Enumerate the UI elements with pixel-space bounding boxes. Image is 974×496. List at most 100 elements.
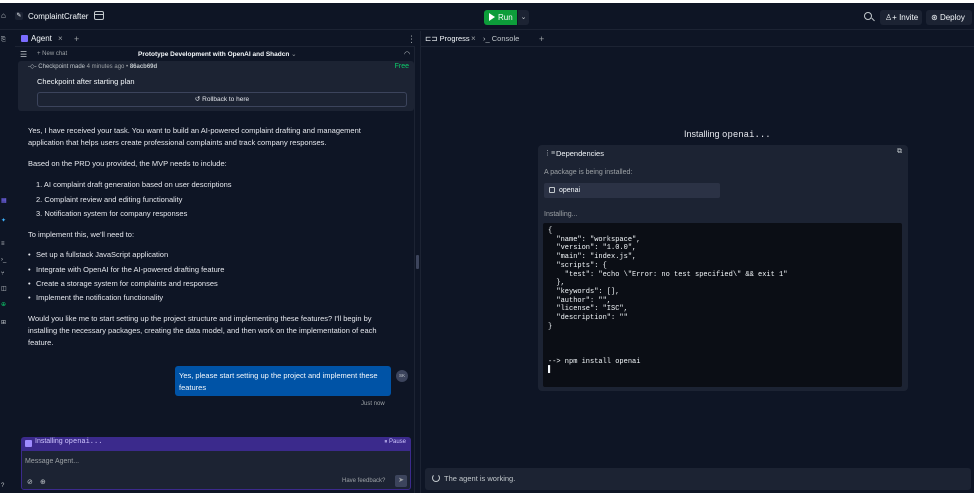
feedback-link[interactable]: Have feedback?	[342, 478, 385, 484]
package-icon	[549, 187, 555, 193]
free-badge: Free	[394, 63, 409, 70]
message-composer: ⊘ ⊕ Have feedback? ➤	[21, 450, 411, 490]
shell-icon[interactable]: ≡	[1, 241, 5, 247]
install-heading-prefix: Installing	[684, 129, 720, 139]
run-options-chevron-icon[interactable]: ⌄	[518, 10, 529, 25]
user-plus-icon: ♙+	[885, 13, 897, 22]
deploy-button[interactable]: ⊛ Deploy	[926, 10, 972, 25]
agent-message-paragraph: Would you like me to start setting up th…	[28, 314, 377, 347]
right-tabs: ⊏⊐ Progress × ›_ Console +	[421, 31, 974, 47]
list-item: Set up a fullstack JavaScript applicatio…	[28, 249, 406, 261]
agent-message-paragraph: Based on the PRD you provided, the MVP n…	[28, 159, 227, 168]
install-heading-package: openai...	[722, 130, 771, 140]
progress-pane: ⊏⊐ Progress × ›_ Console + Installing op…	[420, 31, 974, 493]
agent-working-text: The agent is working.	[444, 474, 516, 483]
invite-button[interactable]: ♙+ Invite	[880, 10, 922, 25]
app-icon: ✎	[15, 12, 23, 20]
list-item: 1. AI complaint draft generation based o…	[36, 180, 232, 189]
agent-message-paragraph: Yes, I have received your task. You want…	[28, 126, 361, 147]
tab-agent[interactable]: Agent	[17, 31, 56, 47]
installing-package: openai...	[64, 438, 103, 446]
layout-icon[interactable]	[94, 11, 104, 20]
installing-status-bar: Installing openai... ⏸ Pause	[21, 437, 411, 450]
list-item: Integrate with OpenAI for the AI-powered…	[28, 264, 406, 276]
dependencies-icon: ⋮≡	[544, 150, 556, 157]
pane-resize-handle[interactable]	[416, 255, 419, 269]
message-agent-input[interactable]	[25, 455, 385, 467]
checkpoint-made-label: Checkpoint made	[38, 64, 85, 70]
chat-title[interactable]: Prototype Development with OpenAI and Sh…	[138, 50, 297, 58]
agent-status-icon	[25, 440, 32, 447]
progress-icon: ⊏⊐	[425, 34, 438, 43]
rollback-label: Rollback to here	[202, 96, 250, 103]
search-icon[interactable]	[864, 12, 872, 20]
send-icon[interactable]: ➤	[395, 475, 407, 487]
spinner-icon	[432, 474, 440, 482]
checkpoint-time: 4 minutes ago	[86, 64, 125, 70]
help-icon[interactable]: ?	[1, 483, 4, 489]
expand-icon[interactable]: ⧉	[897, 148, 902, 156]
installing-label: Installing	[35, 438, 63, 445]
agent-icon[interactable]: ▦	[1, 197, 7, 204]
list-item: Create a storage system for complaints a…	[28, 278, 406, 290]
tools-icon[interactable]: ✦	[1, 217, 6, 224]
play-icon	[489, 13, 495, 21]
rollback-icon: ↺	[194, 96, 201, 103]
avatar: SK	[396, 370, 408, 382]
tab-agent-label: Agent	[31, 34, 52, 43]
secrets-icon[interactable]: ⊕	[1, 301, 6, 308]
home-icon[interactable]: ⌂	[1, 12, 7, 20]
deploy-label: Deploy	[939, 13, 965, 22]
grid-icon[interactable]: ⊞	[1, 319, 6, 326]
package-name: openai	[559, 187, 581, 194]
installing-label: Installing...	[544, 211, 578, 218]
run-button[interactable]: Run	[484, 10, 517, 25]
database-icon[interactable]: ◫	[1, 285, 7, 292]
workspace-window: ⌂ ✎ ComplaintCrafter Run ⌄ ♙+ Invite ⊛ D…	[0, 3, 974, 493]
add-tab-icon[interactable]: +	[539, 31, 544, 47]
list-item: Implement the notification functionality	[28, 292, 406, 304]
menu-icon[interactable]: ☰	[20, 50, 27, 59]
console-icon[interactable]: ›_	[1, 257, 6, 263]
terminal-icon: ›_	[483, 34, 490, 43]
close-icon[interactable]: ×	[471, 31, 476, 47]
agent-pane: Agent × + ⋮ ☰ + New chat Prototype Devel…	[15, 31, 416, 493]
run-label: Run	[498, 13, 513, 22]
agent-message-paragraph: To implement this, we'll need to:	[28, 230, 135, 239]
add-tab-icon[interactable]: +	[74, 31, 79, 47]
package-chip: openai	[544, 183, 720, 198]
usage-gauge-icon[interactable]: ◠	[404, 50, 410, 58]
install-heading: Installing openai...	[684, 129, 771, 140]
more-options-icon[interactable]: ⋮	[407, 31, 416, 47]
package-status-label: A package is being installed:	[544, 169, 633, 176]
invite-label: Invite	[899, 13, 919, 22]
deploy-icon: ⊛	[931, 13, 938, 22]
new-chat-button[interactable]: + New chat	[37, 51, 67, 57]
close-icon[interactable]: ×	[58, 31, 63, 47]
installing-status-label: Installing openai...	[35, 438, 102, 446]
user-message-bubble: Yes, please start setting up the project…	[175, 366, 391, 396]
top-bar: ⌂ ✎ ComplaintCrafter Run ⌄ ♙+ Invite ⊛ D…	[0, 3, 974, 30]
checkpoint-icon: -◇-	[28, 64, 37, 70]
dependencies-title: Dependencies	[556, 149, 604, 158]
files-icon[interactable]: ⎘	[1, 37, 6, 44]
tab-console-label: Console	[491, 34, 520, 43]
chat-header: ☰ + New chat Prototype Development with …	[15, 48, 415, 62]
agent-working-status: The agent is working.	[425, 468, 971, 490]
message-timestamp: Just now	[361, 401, 385, 407]
rollback-button[interactable]: ↺ Rollback to here	[37, 92, 407, 107]
add-context-icon[interactable]: ⊕	[40, 478, 46, 486]
new-chat-label: New chat	[42, 51, 68, 57]
checkpoint-hash[interactable]: 86acb69d	[130, 64, 157, 70]
chat-title-text: Prototype Development with OpenAI and Sh…	[138, 51, 290, 58]
app-name[interactable]: ComplaintCrafter	[28, 11, 88, 22]
dependencies-header: ⋮≡ Dependencies ⧉	[538, 145, 908, 161]
pause-button[interactable]: ⏸ Pause	[384, 439, 406, 446]
tab-progress[interactable]: ⊏⊐ Progress	[425, 31, 470, 47]
attach-icon[interactable]: ⊘	[27, 478, 33, 486]
git-icon[interactable]: ⑂	[1, 271, 5, 277]
agent-tabs: Agent × + ⋮	[15, 31, 416, 47]
checkpoint-meta: -◇- Checkpoint made 4 minutes ago • 86ac…	[28, 64, 158, 70]
tab-console[interactable]: ›_ Console	[483, 31, 519, 47]
chevron-down-icon: ⌄	[291, 51, 297, 58]
